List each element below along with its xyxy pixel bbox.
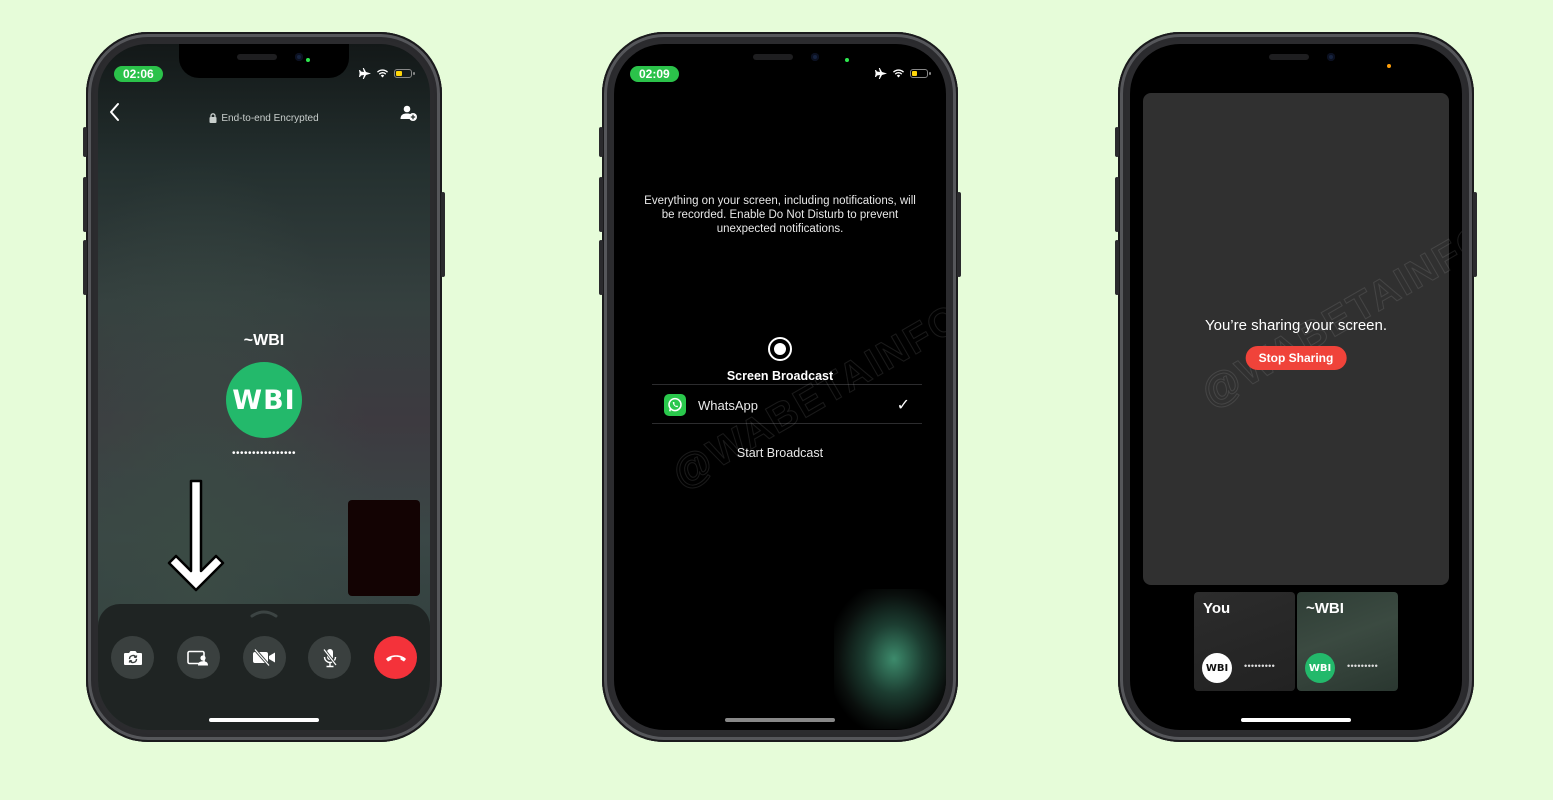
checkmark-icon: ✓: [896, 397, 910, 414]
mute-switch: [1115, 127, 1119, 157]
camera-flip-icon: [123, 651, 142, 665]
mute-button[interactable]: [308, 636, 352, 679]
speaker: [753, 54, 793, 60]
record-icon: [768, 337, 792, 361]
airplane-icon: [359, 68, 371, 79]
camera-indicator: [845, 58, 849, 62]
watermark: @WABETAINFO: [1193, 214, 1462, 417]
self-video-preview[interactable]: [348, 500, 420, 596]
participant-name: ~WBI: [1306, 600, 1344, 617]
participant-status-dots: •••••••••: [1347, 661, 1379, 671]
participant-avatar: WBI: [1305, 653, 1335, 683]
phone-sharing-screen: @WABETAINFO You’re sharing your screen. …: [1115, 32, 1477, 742]
notch: [179, 44, 349, 78]
call-controls-sheet: [98, 604, 430, 730]
notch: [695, 44, 865, 78]
call-header: End-to-end Encrypted: [98, 106, 430, 130]
recording-notice: Everything on your screen, including not…: [644, 195, 916, 235]
status-icons: [875, 68, 931, 79]
front-camera: [295, 53, 303, 61]
stop-sharing-button[interactable]: Stop Sharing: [1245, 346, 1347, 370]
status-time: 02:09: [630, 66, 679, 82]
participant-tile-you[interactable]: You WBI •••••••••: [1194, 592, 1295, 691]
front-camera: [1327, 53, 1335, 61]
volume-down-button: [1115, 240, 1119, 295]
participant-tiles: You WBI ••••••••• ~WBI WBI •••••••••: [1194, 592, 1398, 691]
broadcast-title: Screen Broadcast: [726, 369, 834, 383]
battery-icon: [394, 69, 415, 78]
power-button: [957, 192, 961, 277]
end-call-button[interactable]: [374, 636, 417, 679]
screen: @WABETAINFO You’re sharing your screen. …: [1130, 44, 1462, 730]
status-time: 02:06: [114, 66, 163, 82]
sharing-status-text: You’re sharing your screen.: [1204, 317, 1388, 334]
divider: [652, 384, 922, 385]
encryption-badge: End-to-end Encrypted: [209, 112, 319, 124]
contact-avatar: WBI: [226, 362, 302, 438]
status-icons: [359, 68, 415, 79]
airplane-icon: [875, 68, 887, 79]
add-participant-button[interactable]: [400, 104, 418, 122]
participant-tile-wbi[interactable]: ~WBI WBI •••••••••: [1297, 592, 1398, 691]
phone-call-screen: 02:06 End-to-end Encrypted ~WBI WBI ••••…: [83, 32, 445, 742]
phone-broadcast-picker: 02:09 Everything on your screen, includi…: [599, 32, 961, 742]
wifi-icon: [893, 69, 904, 78]
battery-icon: [910, 69, 931, 78]
mic-off-icon: [322, 648, 337, 667]
notch: [1211, 44, 1381, 78]
down-arrow-icon: [167, 479, 225, 592]
video-off-button[interactable]: [242, 636, 286, 679]
app-name: WhatsApp: [698, 397, 758, 413]
start-broadcast-button[interactable]: Start Broadcast: [614, 446, 946, 460]
shared-screen-panel: @WABETAINFO You’re sharing your screen. …: [1143, 93, 1462, 585]
whatsapp-icon: [664, 394, 686, 416]
floating-call-preview[interactable]: [834, 589, 946, 729]
power-button: [441, 192, 445, 277]
speaker: [1269, 54, 1309, 60]
screen: 02:09 Everything on your screen, includi…: [614, 44, 946, 730]
share-screen-button[interactable]: [176, 636, 220, 679]
mic-indicator: [1387, 64, 1391, 68]
flip-camera-button[interactable]: [111, 636, 154, 679]
volume-up-button: [1115, 177, 1119, 232]
home-indicator: [725, 718, 835, 722]
expand-handle-icon[interactable]: [249, 608, 279, 618]
speaker: [237, 54, 277, 60]
encryption-label: End-to-end Encrypted: [221, 112, 319, 124]
home-indicator: [1241, 718, 1351, 722]
volume-down-button: [83, 240, 87, 295]
app-option-whatsapp[interactable]: WhatsApp ✓: [664, 392, 910, 418]
front-camera: [811, 53, 819, 61]
mute-switch: [83, 127, 87, 157]
add-user-icon: [400, 105, 417, 121]
volume-down-button: [599, 240, 603, 295]
call-status-dots: ••••••••••••••••: [231, 448, 296, 459]
screen: 02:06 End-to-end Encrypted ~WBI WBI ••••…: [98, 44, 430, 730]
video-off-icon: [253, 649, 275, 666]
mute-switch: [599, 127, 603, 157]
contact-name: ~WBI: [243, 332, 285, 349]
wifi-icon: [377, 69, 388, 78]
participant-status-dots: •••••••••: [1244, 661, 1276, 671]
lock-icon: [209, 113, 217, 123]
participant-avatar: WBI: [1202, 653, 1232, 683]
participant-name: You: [1203, 600, 1231, 617]
volume-up-button: [83, 177, 87, 232]
volume-up-button: [599, 177, 603, 232]
power-button: [1473, 192, 1477, 277]
screen-share-icon: [187, 650, 209, 665]
phone-hangup-icon: [385, 654, 406, 661]
call-controls: [111, 636, 417, 679]
home-indicator: [209, 718, 319, 722]
divider: [652, 423, 922, 424]
camera-indicator: [306, 58, 310, 62]
